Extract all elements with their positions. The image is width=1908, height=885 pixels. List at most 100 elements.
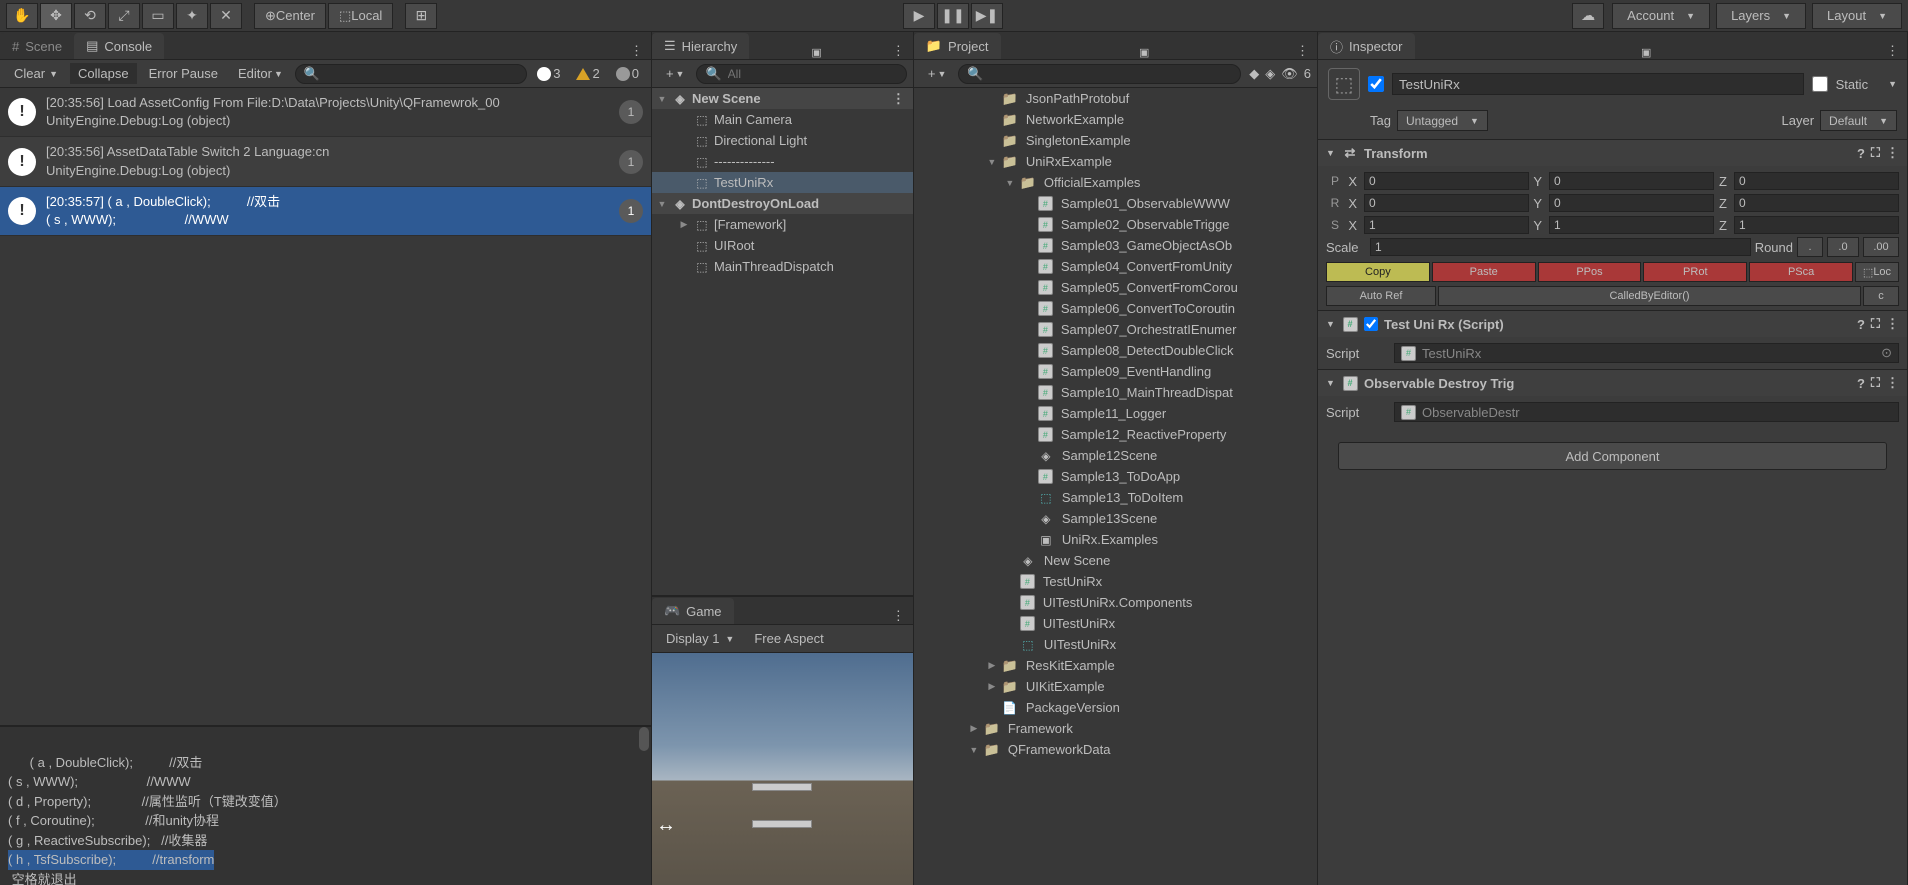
error-pause-button[interactable]: Error Pause: [141, 63, 226, 84]
project-item[interactable]: #Sample06_ConvertToCoroutin: [914, 298, 1317, 319]
transform-tool[interactable]: ✦: [176, 3, 208, 29]
editor-dropdown[interactable]: Editor▼: [230, 63, 291, 84]
hierarchy-item[interactable]: ⬚MainThreadDispatch: [652, 256, 913, 277]
search-by-type[interactable]: ◆: [1249, 66, 1259, 82]
project-item[interactable]: #Sample13_ToDoApp: [914, 466, 1317, 487]
hierarchy-search[interactable]: 🔍: [696, 64, 906, 84]
search-by-label[interactable]: ◈: [1265, 66, 1275, 82]
warn-count[interactable]: 2: [570, 66, 605, 81]
project-item[interactable]: #Sample03_GameObjectAsOb: [914, 235, 1317, 256]
project-item[interactable]: ▼OfficialExamples: [914, 172, 1317, 193]
active-checkbox[interactable]: [1368, 76, 1384, 92]
component-menu[interactable]: ⋮: [1886, 145, 1899, 161]
position-x[interactable]: [1364, 172, 1529, 190]
inspector-lock[interactable]: ▣: [1635, 46, 1657, 59]
tab-game[interactable]: 🎮Game: [652, 598, 734, 624]
project-item[interactable]: 📄PackageVersion: [914, 697, 1317, 718]
layer-dropdown[interactable]: Default▼: [1820, 110, 1897, 131]
grid-snap[interactable]: ⊞: [405, 3, 437, 29]
round-1dec[interactable]: .0: [1827, 237, 1859, 257]
transform-foldout[interactable]: ▼: [1326, 148, 1336, 158]
component-menu[interactable]: ⋮: [1886, 316, 1899, 332]
collapse-button[interactable]: Collapse: [70, 63, 137, 84]
info-count[interactable]: 0: [610, 66, 645, 81]
project-item[interactable]: ▼QFrameworkData: [914, 739, 1317, 760]
project-item[interactable]: #Sample04_ConvertFromUnity: [914, 256, 1317, 277]
error-count[interactable]: 3: [531, 66, 566, 81]
hierarchy-maximize[interactable]: ▣: [805, 46, 827, 59]
detail-scrollbar[interactable]: [639, 727, 649, 751]
project-item[interactable]: #Sample09_EventHandling: [914, 361, 1317, 382]
project-item[interactable]: SingletonExample: [914, 130, 1317, 151]
hand-tool[interactable]: ✋: [6, 3, 38, 29]
hierarchy-create[interactable]: +▼: [658, 63, 693, 84]
preset-icon[interactable]: ⛶: [1871, 145, 1880, 161]
tab-hierarchy[interactable]: ☰Hierarchy: [652, 33, 749, 59]
tab-console[interactable]: ▤Console: [74, 33, 164, 59]
project-item[interactable]: ▶Framework: [914, 718, 1317, 739]
console-tab-options[interactable]: ⋮: [622, 43, 651, 59]
gameobject-icon[interactable]: ⬚: [1328, 68, 1360, 100]
handle-toggle[interactable]: ⬚Local: [328, 3, 393, 29]
account-dropdown[interactable]: Account▼: [1612, 3, 1710, 29]
project-item[interactable]: ▶UIKitExample: [914, 676, 1317, 697]
project-item[interactable]: #Sample11_Logger: [914, 403, 1317, 424]
console-search[interactable]: 🔍: [295, 64, 527, 84]
project-item[interactable]: #Sample08_DetectDoubleClick: [914, 340, 1317, 361]
play-button[interactable]: ▶: [903, 3, 935, 29]
project-item[interactable]: ◈Sample12Scene: [914, 445, 1317, 466]
scale-x[interactable]: [1364, 216, 1529, 234]
rotation-z[interactable]: [1734, 194, 1899, 212]
script-field[interactable]: #ObservableDestr: [1394, 402, 1899, 422]
preset-icon[interactable]: ⛶: [1871, 316, 1880, 332]
game-tab-options[interactable]: ⋮: [884, 608, 913, 624]
pause-button[interactable]: ❚❚: [937, 3, 969, 29]
loc-button[interactable]: ⬚Loc: [1855, 262, 1899, 282]
gameobject-name[interactable]: [1392, 73, 1804, 95]
paste-button[interactable]: Paste: [1432, 262, 1536, 282]
testscript-foldout[interactable]: ▼: [1326, 319, 1336, 329]
project-item[interactable]: ◈Sample13Scene: [914, 508, 1317, 529]
project-item[interactable]: ▣UniRx.Examples: [914, 529, 1317, 550]
scale-tool[interactable]: ⤢: [108, 3, 140, 29]
help-icon[interactable]: ?: [1857, 317, 1865, 332]
hierarchy-item[interactable]: ⬚--------------: [652, 151, 913, 172]
static-checkbox[interactable]: [1812, 76, 1828, 92]
ppos-button[interactable]: PPos: [1538, 262, 1642, 282]
project-item[interactable]: #Sample07_OrchestratIEnumer: [914, 319, 1317, 340]
project-search[interactable]: 🔍: [958, 64, 1241, 84]
position-z[interactable]: [1734, 172, 1899, 190]
hierarchy-item[interactable]: ▶⬚[Framework]: [652, 214, 913, 235]
project-item[interactable]: #Sample05_ConvertFromCorou: [914, 277, 1317, 298]
layout-dropdown[interactable]: Layout▼: [1812, 3, 1902, 29]
aspect-dropdown[interactable]: Free Aspect: [746, 628, 831, 649]
rotation-y[interactable]: [1549, 194, 1714, 212]
cloud-button[interactable]: ☁: [1572, 3, 1604, 29]
layers-dropdown[interactable]: Layers▼: [1716, 3, 1806, 29]
hierarchy-item[interactable]: ⬚Main Camera: [652, 109, 913, 130]
tag-dropdown[interactable]: Untagged▼: [1397, 110, 1488, 131]
project-item[interactable]: #Sample10_MainThreadDispat: [914, 382, 1317, 403]
step-button[interactable]: ▶❚: [971, 3, 1003, 29]
clear-button[interactable]: Clear▼: [6, 63, 66, 84]
project-item[interactable]: #UITestUniRx: [914, 613, 1317, 634]
psca-button[interactable]: PSca: [1749, 262, 1853, 282]
tab-inspector[interactable]: ⓘInspector: [1318, 33, 1415, 59]
position-y[interactable]: [1549, 172, 1714, 190]
project-create[interactable]: +▼: [920, 63, 955, 84]
project-item[interactable]: #UITestUniRx.Components: [914, 592, 1317, 613]
pivot-toggle[interactable]: ⊕Center: [254, 3, 326, 29]
scene-header[interactable]: ▼◈New Scene⋮: [652, 88, 913, 109]
hierarchy-item[interactable]: ⬚UIRoot: [652, 235, 913, 256]
log-row[interactable]: ![20:35:57] ( a , DoubleClick); //双击 ( s…: [0, 187, 651, 236]
project-item[interactable]: #TestUniRx: [914, 571, 1317, 592]
project-item[interactable]: ▼UniRxExample: [914, 151, 1317, 172]
scale-z[interactable]: [1734, 216, 1899, 234]
autoref-button[interactable]: Auto Ref: [1326, 286, 1436, 306]
project-item[interactable]: ▶ResKitExample: [914, 655, 1317, 676]
copy-button[interactable]: Copy: [1326, 262, 1430, 282]
project-item[interactable]: JsonPathProtobuf: [914, 88, 1317, 109]
testscript-enabled[interactable]: [1364, 317, 1378, 331]
add-component-button[interactable]: Add Component: [1338, 442, 1887, 470]
hierarchy-item[interactable]: ⬚Directional Light: [652, 130, 913, 151]
